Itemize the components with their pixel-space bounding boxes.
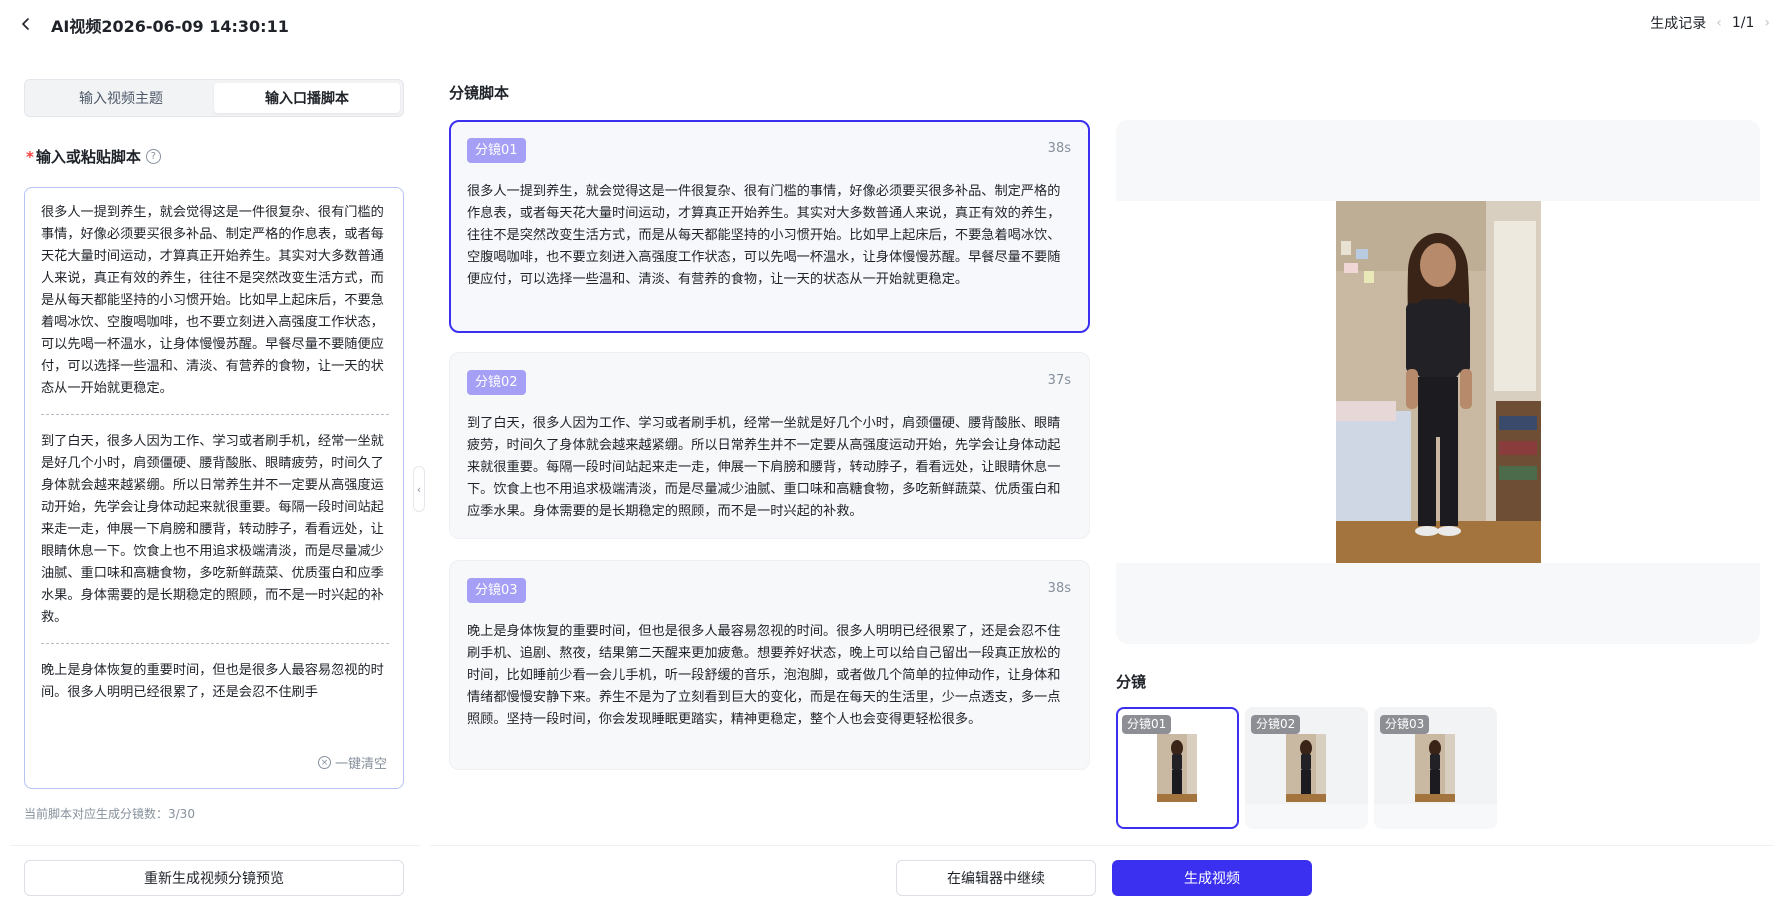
continue-in-editor-button[interactable]: 在编辑器中继续 bbox=[896, 860, 1096, 896]
preview-photo bbox=[1336, 201, 1541, 563]
back-button[interactable] bbox=[14, 12, 38, 36]
page-title: AI视频2026-06-09 14:30:11 bbox=[51, 17, 289, 36]
regenerate-preview-button[interactable]: 重新生成视频分镜预览 bbox=[24, 860, 404, 896]
generate-video-button[interactable]: 生成视频 bbox=[1112, 860, 1312, 896]
storyboard-card-02[interactable]: 分镜02 37s 到了白天，很多人因为工作、学习或者刷手机，经常一坐就是好几个小… bbox=[449, 352, 1090, 539]
shot-thumbnail-01[interactable]: 分镜01 bbox=[1116, 707, 1239, 829]
script-textarea[interactable]: 很多人一提到养生，就会觉得这是一件很复杂、很有门槛的事情，好像必须要买很多补品、… bbox=[24, 187, 404, 789]
footer-divider-right bbox=[430, 845, 1774, 846]
script-input-panel: 输入视频主题 输入口播脚本 * 输入或粘贴脚本 ? 很多人一提到养生，就会觉得这… bbox=[0, 48, 420, 845]
required-mark: * bbox=[26, 147, 34, 166]
storyboard-card-03[interactable]: 分镜03 38s 晚上是身体恢复的重要时间，但也是很多人最容易忽视的时间。很多人… bbox=[449, 560, 1090, 770]
footer-divider-left bbox=[10, 845, 420, 846]
shot-script-text: 晚上是身体恢复的重要时间，但也是很多人最容易忽视的时间。很多人明明已经很累了，还… bbox=[467, 624, 1061, 727]
shot-script-text: 到了白天，很多人因为工作、学习或者刷手机，经常一坐就是好几个小时，肩颈僵硬、腰背… bbox=[467, 416, 1061, 519]
script-paragraph: 很多人一提到养生，就会觉得这是一件很复杂、很有门槛的事情，好像必须要买很多补品、… bbox=[41, 205, 384, 396]
segment-count-hint: 当前脚本对应生成分镜数：3/30 bbox=[24, 807, 195, 821]
storyboard-title: 分镜脚本 bbox=[449, 84, 510, 102]
prev-record-button[interactable]: ‹ bbox=[1716, 15, 1722, 31]
shot-tag: 分镜02 bbox=[467, 370, 526, 395]
shot-thumbnail-tag: 分镜01 bbox=[1122, 715, 1172, 734]
shot-thumbnail-image bbox=[1415, 734, 1455, 802]
script-field-label: * 输入或粘贴脚本 ? bbox=[26, 146, 161, 167]
video-preview[interactable] bbox=[1116, 120, 1760, 644]
question-circle-icon[interactable]: ? bbox=[145, 149, 161, 164]
paragraph-divider bbox=[41, 414, 389, 415]
script-content: 很多人一提到养生，就会觉得这是一件很复杂、很有门槛的事情，好像必须要买很多补品、… bbox=[41, 202, 389, 742]
shot-thumbnail-footer bbox=[1245, 804, 1368, 829]
shot-duration: 38s bbox=[1047, 141, 1071, 156]
history-nav: 生成记录 ‹ 1/1 › bbox=[1650, 13, 1770, 33]
shot-thumbnail-image bbox=[1286, 734, 1326, 802]
script-paragraph: 晚上是身体恢复的重要时间，但也是很多人最容易忽视的时间。很多人明明已经很累了，还… bbox=[41, 663, 384, 700]
next-record-button[interactable]: › bbox=[1764, 15, 1770, 31]
clear-button[interactable]: × 一键清空 bbox=[317, 753, 387, 772]
clear-label: 一键清空 bbox=[334, 757, 387, 772]
input-mode-tabs: 输入视频主题 输入口播脚本 bbox=[24, 79, 404, 117]
record-pager: 1/1 bbox=[1731, 15, 1755, 31]
shot-duration: 38s bbox=[1047, 581, 1071, 596]
shot-thumbnail-footer bbox=[1374, 804, 1497, 829]
storyboard-card-01[interactable]: 分镜01 38s 很多人一提到养生，就会觉得这是一件很复杂、很有门槛的事情，好像… bbox=[449, 120, 1090, 333]
shot-tag: 分镜03 bbox=[467, 578, 526, 603]
shot-thumbnail-02[interactable]: 分镜02 bbox=[1245, 707, 1368, 829]
shot-thumbnail-tag: 分镜02 bbox=[1251, 715, 1301, 734]
chevron-left-icon bbox=[22, 18, 29, 30]
tab-video-topic[interactable]: 输入视频主题 bbox=[28, 83, 214, 113]
tab-voiceover-script[interactable]: 输入口播脚本 bbox=[214, 83, 400, 113]
shot-thumbnail-tag: 分镜03 bbox=[1380, 715, 1430, 734]
history-link[interactable]: 生成记录 bbox=[1650, 13, 1706, 33]
panel-collapse-handle[interactable]: ‹ bbox=[413, 466, 425, 512]
script-field-label-text: 输入或粘贴脚本 bbox=[35, 148, 141, 166]
shots-section-title: 分镜 bbox=[1116, 673, 1147, 691]
top-bar: AI视频2026-06-09 14:30:11 生成记录 ‹ 1/1 › bbox=[0, 0, 1784, 48]
shot-thumbnail-03[interactable]: 分镜03 bbox=[1374, 707, 1497, 829]
paragraph-divider bbox=[41, 643, 389, 644]
shot-tag: 分镜01 bbox=[467, 138, 526, 163]
shot-duration: 37s bbox=[1047, 373, 1071, 388]
close-circle-icon: × bbox=[317, 756, 331, 769]
script-paragraph: 到了白天，很多人因为工作、学习或者刷手机，经常一坐就是好几个小时，肩颈僵硬、腰背… bbox=[41, 434, 384, 625]
shot-thumbnail-list: 分镜01 分镜02 分镜03 bbox=[1116, 707, 1497, 829]
shot-thumbnail-image bbox=[1157, 734, 1197, 802]
shot-script-text: 很多人一提到养生，就会觉得这是一件很复杂、很有门槛的事情，好像必须要买很多补品、… bbox=[467, 184, 1061, 287]
